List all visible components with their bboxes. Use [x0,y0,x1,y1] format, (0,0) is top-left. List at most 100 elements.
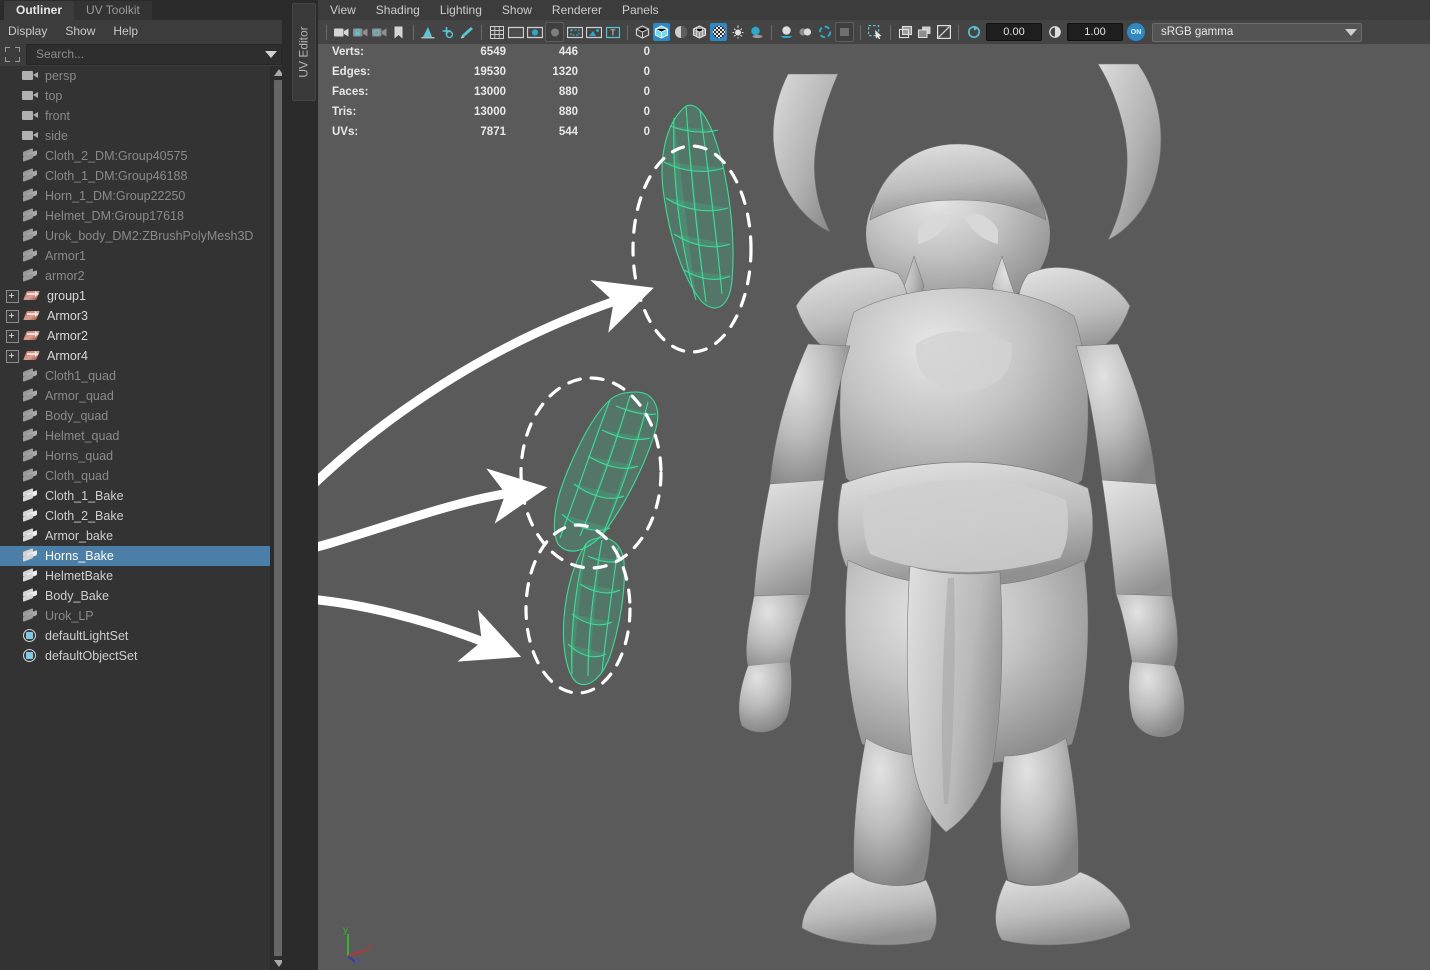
film-gate-icon[interactable] [507,23,524,41]
outliner-item-helmetbake[interactable]: HelmetBake [0,566,271,586]
grease-pencil-icon[interactable] [458,23,475,41]
frame-selection-icon[interactable] [4,46,21,63]
smooth-shade-all-icon[interactable] [672,23,689,41]
outliner-item-label: HelmetBake [45,569,114,583]
camera-attributes-icon[interactable] [371,23,388,41]
outliner-item-persp[interactable]: persp [0,66,271,86]
outliner-item-side[interactable]: side [0,126,271,146]
outliner-tree[interactable]: persp top front side Cloth_2_DM:Group40575 Cl… [0,66,271,970]
multisample-icon[interactable] [816,23,833,41]
screen-space-ao-icon[interactable] [778,23,795,41]
xray-joints-icon[interactable] [916,23,933,41]
color-management-toggle[interactable]: ON [1127,23,1145,41]
image-plane-icon[interactable] [420,23,437,41]
bracer-left [753,479,825,606]
outliner-item-label: Armor2 [47,329,88,343]
horn-wireframe-upper[interactable] [661,104,734,309]
xray-active-components-icon[interactable] [935,23,952,41]
search-field-wrapper[interactable] [26,43,282,65]
tab-outliner[interactable]: Outliner [4,1,75,20]
chevron-down-icon[interactable] [1345,28,1357,36]
outliner-item-armor2[interactable]: Armor2 [0,326,271,346]
grid-icon[interactable] [488,23,505,41]
outliner-item-body-quad[interactable]: Body_quad [0,406,271,426]
outliner-item-armor-quad[interactable]: Armor_quad [0,386,271,406]
outliner-item-horn-1-dm-group22250[interactable]: Horn_1_DM:Group22250 [0,186,271,206]
depth-of-field-icon[interactable] [835,22,854,42]
outliner-item-cloth-quad[interactable]: Cloth_quad [0,466,271,486]
outliner-item-front[interactable]: front [0,106,271,126]
outliner-item-top[interactable]: top [0,86,271,106]
wireframe-on-shaded-icon[interactable] [691,23,708,41]
menu-renderer[interactable]: Renderer [552,3,602,17]
resolution-gate-icon[interactable] [526,23,543,41]
outliner-item-armor3[interactable]: Armor3 [0,306,271,326]
outliner-item-defaultobjectset[interactable]: defaultObjectSet [0,646,271,666]
exposure-icon[interactable] [965,23,982,41]
color-management-dropdown[interactable]: sRGB gamma [1152,22,1362,42]
outliner-item-armor1[interactable]: Armor1 [0,246,271,266]
search-input[interactable] [34,46,262,62]
outliner-item-armor2[interactable]: armor2 [0,266,271,286]
outliner-item-horns-quad[interactable]: Horns_quad [0,446,271,466]
menu-panels[interactable]: Panels [622,3,659,17]
outliner-item-body-bake[interactable]: Body_Bake [0,586,271,606]
forearm-left [746,593,811,675]
menu-show[interactable]: Show [502,3,532,17]
shadows-icon[interactable] [748,23,765,41]
chevron-down-icon[interactable] [265,50,277,58]
outliner-item-cloth-2-dm-group40575[interactable]: Cloth_2_DM:Group40575 [0,146,271,166]
expand-collapse-icon[interactable] [6,329,19,343]
exposure-value-field[interactable]: 0.00 [986,23,1042,41]
xray-icon[interactable] [897,23,914,41]
viewport-3d-scene[interactable] [318,44,1430,970]
tab-uv-editor[interactable]: UV Editor [292,3,316,101]
gate-mask-icon[interactable] [545,22,564,42]
gamma-icon[interactable] [1046,23,1063,41]
menu-lighting[interactable]: Lighting [440,3,482,17]
outliner-item-cloth-1-dm-group46188[interactable]: Cloth_1_DM:Group46188 [0,166,271,186]
tab-uv-toolkit[interactable]: UV Toolkit [74,1,152,20]
outliner-item-cloth-2-bake[interactable]: Cloth_2_Bake [0,506,271,526]
textured-icon[interactable] [710,23,727,41]
bookmark-icon[interactable] [390,23,407,41]
menu-display[interactable]: Display [8,24,47,38]
outliner-item-armor4[interactable]: Armor4 [0,346,271,366]
outliner-item-urok-body-dm2-zbrushpolymesh3d[interactable]: Urok_body_DM2:ZBrushPolyMesh3D [0,226,271,246]
menu-show[interactable]: Show [65,24,95,38]
mesh-icon [22,208,40,223]
lock-camera-icon[interactable] [352,23,369,41]
motion-blur-icon[interactable] [797,23,814,41]
expand-collapse-icon[interactable] [6,349,19,363]
camera-icon[interactable] [333,23,350,41]
wireframe-icon[interactable] [634,23,651,41]
outliner-item-label: Urok_LP [45,609,94,623]
smooth-shade-icon[interactable] [653,23,670,41]
expand-collapse-icon[interactable] [6,289,19,303]
toolbar-separator [890,24,891,40]
safe-action-icon[interactable] [585,23,602,41]
outliner-item-cloth-1-bake[interactable]: Cloth_1_Bake [0,486,271,506]
outliner-item-helmet-dm-group17618[interactable]: Helmet_DM:Group17618 [0,206,271,226]
lighting-icon[interactable] [729,23,746,41]
menu-shading[interactable]: Shading [376,3,420,17]
mesh-icon [22,268,40,283]
outliner-item-urok-lp[interactable]: Urok_LP [0,606,271,626]
outliner-item-helmet-quad[interactable]: Helmet_quad [0,426,271,446]
outliner-item-armor-bake[interactable]: Armor_bake [0,526,271,546]
outliner-item-defaultlightset[interactable]: defaultLightSet [0,626,271,646]
outliner-item-group1[interactable]: group1 [0,286,271,306]
2d-pan-zoom-icon[interactable] [439,23,456,41]
expand-collapse-icon[interactable] [6,309,19,323]
horn-wireframe-lower[interactable] [563,537,625,685]
safe-title-icon[interactable]: T [604,23,621,41]
gamma-value-field[interactable]: 1.00 [1067,23,1123,41]
character-model[interactable] [739,63,1185,946]
isolate-select-icon[interactable] [867,23,884,41]
menu-help[interactable]: Help [113,24,138,38]
menu-view[interactable]: View [330,3,356,17]
field-chart-icon[interactable] [566,23,583,41]
outliner-item-cloth1-quad[interactable]: Cloth1_quad [0,366,271,386]
horn-wireframe-middle[interactable] [553,391,659,552]
outliner-item-horns-bake[interactable]: Horns_Bake [0,546,271,566]
